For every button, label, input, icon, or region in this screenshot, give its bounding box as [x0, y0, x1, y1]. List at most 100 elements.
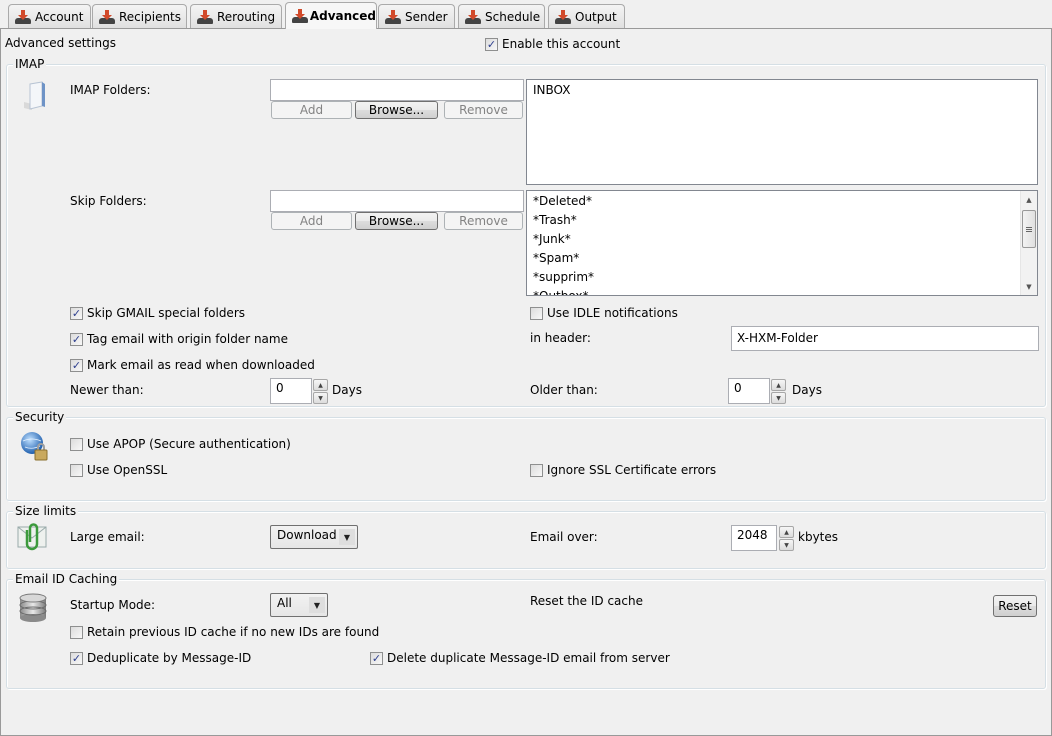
delete-duplicates-checkbox[interactable]: ✓ Delete duplicate Message-ID email from… — [370, 651, 670, 665]
checkbox-box[interactable] — [70, 463, 83, 477]
vertical-scrollbar[interactable]: ▲ ▼ — [1020, 191, 1037, 295]
paperclip-mail-icon — [16, 521, 48, 555]
older-than-input[interactable]: 0 — [728, 378, 770, 404]
retain-cache-checkbox[interactable]: Retain previous ID cache if no new IDs a… — [70, 625, 379, 639]
tab-label: Advanced — [309, 9, 376, 23]
mark-read-checkbox[interactable]: ✓ Mark email as read when downloaded — [70, 358, 315, 372]
reset-cache-label: Reset the ID cache — [530, 594, 643, 608]
imap-remove-button[interactable]: Remove — [444, 101, 523, 119]
skip-browse-button[interactable]: Browse... — [355, 212, 438, 230]
mail-download-icon — [555, 9, 571, 24]
chevron-down-icon[interactable]: ▼ — [339, 529, 355, 545]
tab-sender[interactable]: Sender — [378, 4, 455, 28]
use-idle-checkbox[interactable]: Use IDLE notifications — [530, 306, 678, 320]
newer-than-unit: Days — [332, 383, 362, 397]
email-over-spinner[interactable]: ▲ ▼ — [779, 526, 794, 552]
spin-down-icon[interactable]: ▼ — [779, 539, 794, 551]
mail-download-icon — [292, 9, 308, 23]
checkbox-label: Delete duplicate Message-ID email from s… — [387, 651, 670, 665]
checkbox-box[interactable]: ✓ — [485, 37, 498, 51]
list-item[interactable]: INBOX — [527, 81, 1037, 100]
tab-account[interactable]: Account — [8, 4, 91, 28]
checkbox-label: Retain previous ID cache if no new IDs a… — [87, 625, 380, 639]
checkbox-box[interactable]: ✓ — [70, 651, 83, 665]
newer-than-spinner[interactable]: ▲ ▼ — [313, 379, 328, 405]
mail-download-icon — [385, 9, 401, 24]
list-item[interactable]: *Trash* — [527, 211, 1037, 230]
tab-output[interactable]: Output — [548, 4, 625, 28]
tab-strip: Account Recipients Rerouting Advanced Se… — [0, 0, 1052, 29]
tab-rerouting[interactable]: Rerouting — [190, 4, 282, 28]
imap-folders-label: IMAP Folders: — [70, 83, 151, 97]
security-group: Security — [6, 410, 1046, 501]
chevron-down-icon[interactable]: ▼ — [309, 597, 325, 613]
in-header-input[interactable]: X-HXM-Folder — [731, 326, 1039, 351]
tab-recipients[interactable]: Recipients — [92, 4, 187, 28]
checkbox-box[interactable]: ✓ — [70, 358, 83, 372]
list-item[interactable]: *Spam* — [527, 249, 1037, 268]
checkbox-label: Use OpenSSL — [87, 463, 168, 477]
imap-folder-input[interactable] — [270, 79, 524, 101]
size-limits-group: Size limits — [6, 504, 1046, 569]
older-than-spinner[interactable]: ▲ ▼ — [771, 379, 786, 405]
checkbox-box[interactable]: ✓ — [70, 332, 83, 346]
skip-folders-list[interactable]: *Deleted* *Trash* *Junk* *Spam* *supprim… — [526, 190, 1038, 296]
spin-down-icon[interactable]: ▼ — [313, 392, 328, 404]
imap-browse-button[interactable]: Browse... — [355, 101, 438, 119]
email-over-input[interactable]: 2048 — [731, 525, 777, 551]
mail-download-icon — [465, 9, 481, 24]
database-icon — [18, 592, 48, 624]
checkbox-box[interactable] — [530, 306, 543, 320]
select-value: Download — [277, 528, 337, 542]
checkbox-label: Ignore SSL Certificate errors — [547, 463, 717, 477]
checkbox-box[interactable]: ✓ — [370, 651, 383, 665]
skip-folder-input[interactable] — [270, 190, 524, 212]
spin-up-icon[interactable]: ▲ — [779, 526, 794, 538]
scroll-down-icon[interactable]: ▼ — [1021, 278, 1037, 295]
list-item[interactable]: *Deleted* — [527, 192, 1037, 211]
tab-label: Sender — [405, 9, 448, 24]
list-item[interactable]: *Junk* — [527, 230, 1037, 249]
newer-than-input[interactable]: 0 — [270, 378, 312, 404]
startup-mode-select[interactable]: All ▼ — [270, 593, 328, 617]
scroll-thumb[interactable] — [1022, 210, 1036, 248]
imap-folders-list[interactable]: INBOX — [526, 79, 1038, 185]
scroll-up-icon[interactable]: ▲ — [1021, 191, 1037, 208]
checkbox-box[interactable] — [70, 625, 83, 639]
tab-label: Account — [35, 9, 84, 24]
checkbox-box[interactable] — [70, 437, 83, 451]
checkbox-box[interactable] — [530, 463, 543, 477]
tab-label: Recipients — [119, 9, 182, 24]
tab-label: Rerouting — [217, 9, 276, 24]
mail-download-icon — [197, 9, 213, 24]
checkbox-label: Tag email with origin folder name — [87, 332, 288, 346]
imap-add-button[interactable]: Add — [271, 101, 352, 119]
in-header-label: in header: — [530, 331, 591, 345]
tab-label: Output — [575, 9, 617, 24]
large-email-select[interactable]: Download ▼ — [270, 525, 358, 549]
skip-remove-button[interactable]: Remove — [444, 212, 523, 230]
ignore-ssl-checkbox[interactable]: Ignore SSL Certificate errors — [530, 463, 716, 477]
enable-account-checkbox[interactable]: ✓ Enable this account — [485, 37, 620, 51]
tag-origin-checkbox[interactable]: ✓ Tag email with origin folder name — [70, 332, 288, 346]
list-item[interactable]: *Outbox* — [527, 287, 1037, 295]
group-title: IMAP — [13, 57, 47, 71]
use-apop-checkbox[interactable]: Use APOP (Secure authentication) — [70, 437, 291, 451]
checkbox-box[interactable]: ✓ — [70, 306, 83, 320]
spin-down-icon[interactable]: ▼ — [771, 392, 786, 404]
globe-lock-icon — [18, 430, 50, 462]
spin-up-icon[interactable]: ▲ — [313, 379, 328, 391]
spin-up-icon[interactable]: ▲ — [771, 379, 786, 391]
skip-add-button[interactable]: Add — [271, 212, 352, 230]
list-item[interactable]: *supprim* — [527, 268, 1037, 287]
tab-label: Schedule — [485, 9, 541, 24]
skip-gmail-checkbox[interactable]: ✓ Skip GMAIL special folders — [70, 306, 245, 320]
deduplicate-checkbox[interactable]: ✓ Deduplicate by Message-ID — [70, 651, 251, 665]
tab-advanced[interactable]: Advanced — [285, 2, 377, 29]
checkbox-label: Enable this account — [502, 37, 621, 51]
tab-schedule[interactable]: Schedule — [458, 4, 545, 28]
skip-folders-label: Skip Folders: — [70, 194, 147, 208]
use-openssl-checkbox[interactable]: Use OpenSSL — [70, 463, 167, 477]
reset-button[interactable]: Reset — [993, 595, 1037, 617]
older-than-unit: Days — [792, 383, 822, 397]
